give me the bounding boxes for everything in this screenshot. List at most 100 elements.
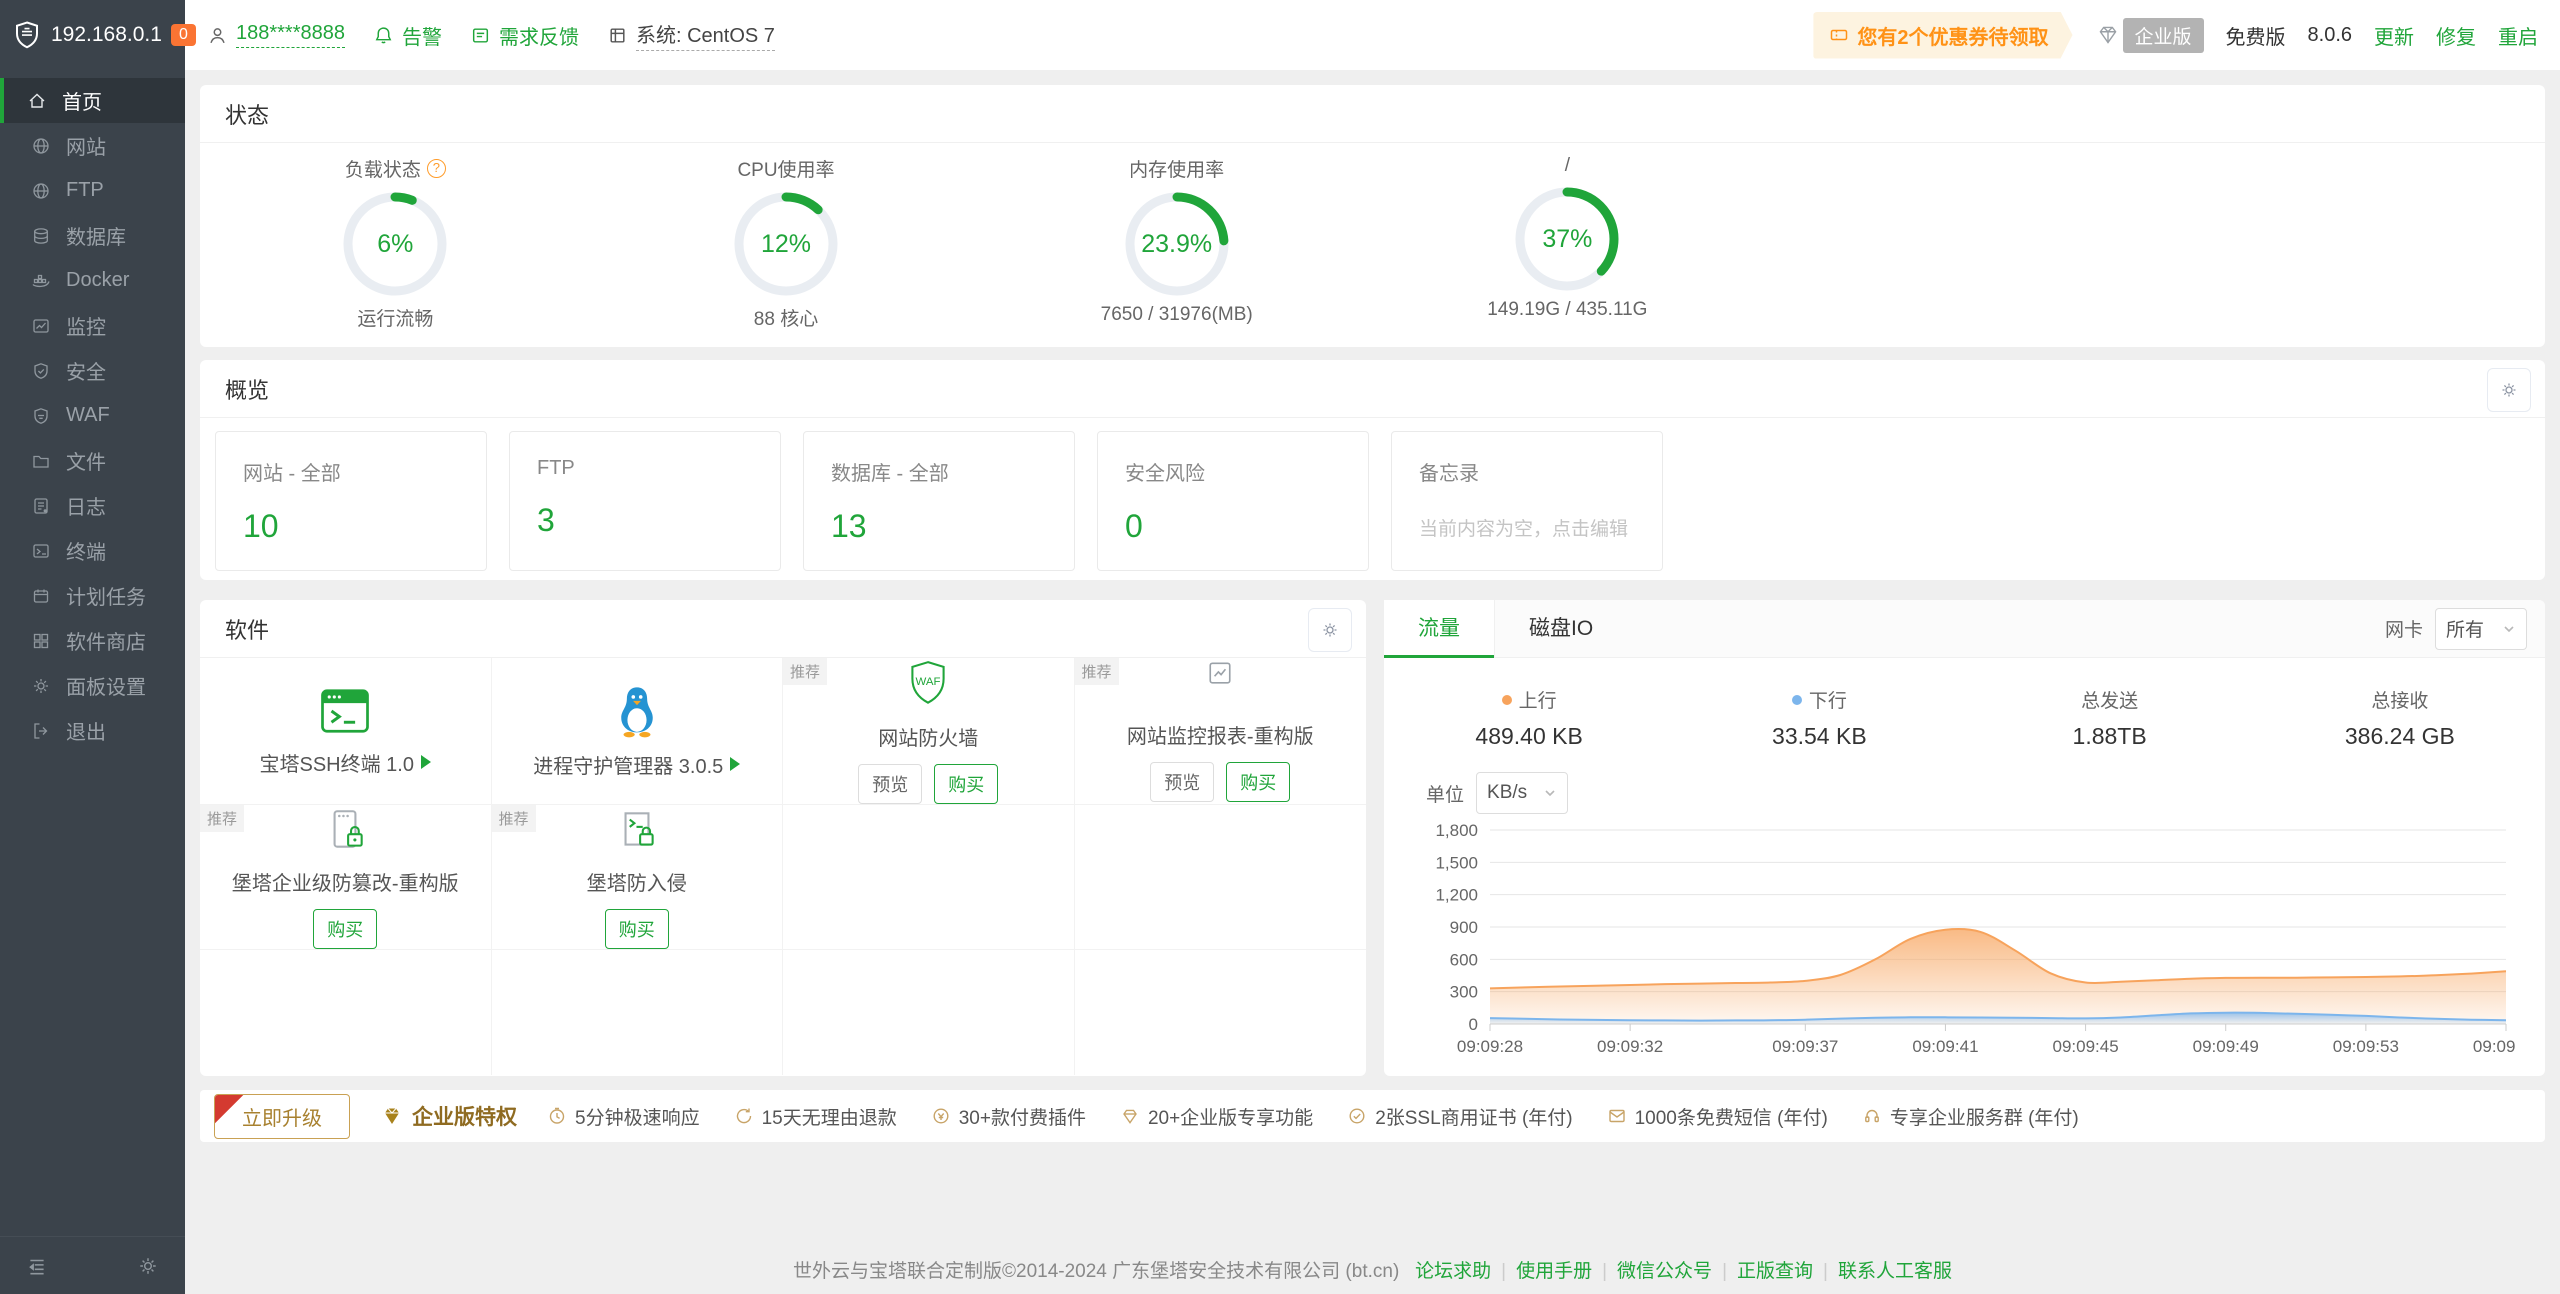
footer-link-manual[interactable]: 使用手册 [1516, 1261, 1592, 1282]
gauge-value: 23.9% [1123, 190, 1231, 298]
sidebar-item-label: 面板设置 [66, 671, 146, 700]
software-item-tamper-proof[interactable]: 推荐 堡塔企业级防篡改-重构版 购买 [200, 805, 492, 950]
coupon-ticket-icon [1829, 25, 1849, 45]
unit-select[interactable]: KB/s [1476, 772, 1568, 814]
repair-link[interactable]: 修复 [2436, 21, 2476, 50]
netcard-select[interactable]: 所有 [2435, 608, 2527, 650]
preview-button[interactable]: 预览 [1150, 762, 1214, 802]
alarm-link[interactable]: 告警 [373, 21, 442, 50]
sidebar-item-label: 数据库 [66, 221, 126, 250]
stat-value: 386.24 GB [2255, 723, 2545, 750]
gauge-sublabel: 149.19G / 435.11G [1372, 299, 1763, 321]
enterprise-badge[interactable]: 企业版 [2095, 18, 2204, 53]
sidebar-item-label: 安全 [66, 356, 106, 385]
overview-settings-button[interactable] [2487, 368, 2531, 412]
sidebar-item-waf[interactable]: WAF [0, 393, 185, 438]
card-databases[interactable]: 数据库 - 全部 13 [803, 431, 1075, 571]
alarm-bell-icon [373, 25, 394, 46]
benefit-sms[interactable]: 1000条免费短信 (年付) [1607, 1103, 1828, 1130]
card-security-risk[interactable]: 安全风险 0 [1097, 431, 1369, 571]
update-link[interactable]: 更新 [2374, 21, 2414, 50]
traffic-area-chart[interactable]: 03006009001,2001,5001,80009:09:2809:09:3… [1414, 816, 2519, 1066]
card-label: 安全风险 [1125, 457, 1341, 486]
waf-shield-icon [31, 406, 51, 426]
feedback-link[interactable]: 需求反馈 [470, 21, 579, 50]
coupon-banner[interactable]: 您有2个优惠券待领取 [1813, 12, 2072, 59]
help-icon[interactable]: ? [427, 159, 446, 178]
sidebar-item-logout[interactable]: 退出 [0, 708, 185, 753]
software-item-process-guard[interactable]: 进程守护管理器 3.0.5 [492, 658, 784, 805]
software-item-intrusion-prevention[interactable]: 推荐 堡塔防入侵 购买 [492, 805, 784, 950]
footer: 世外云与宝塔联合定制版©2014-2024 广东堡塔安全技术有限公司 (bt.c… [185, 1256, 2560, 1283]
benefit-response[interactable]: 5分钟极速响应 [547, 1103, 700, 1130]
report-chart-icon [1207, 660, 1233, 686]
benefit-refund[interactable]: 15天无理由退款 [734, 1103, 897, 1130]
gauge-cpu[interactable]: CPU使用率 12% 88 核心 [591, 155, 982, 331]
buy-button[interactable]: 购买 [313, 909, 377, 949]
server-lock-icon [320, 805, 370, 855]
benefit-ssl[interactable]: 2张SSL商用证书 (年付) [1347, 1103, 1572, 1130]
footer-link-forum[interactable]: 论坛求助 [1415, 1261, 1491, 1282]
footer-link-genuine[interactable]: 正版查询 [1737, 1261, 1813, 1282]
collapse-menu-icon[interactable] [26, 1255, 48, 1277]
card-ftp[interactable]: FTP 3 [509, 431, 781, 571]
software-item-ssh-terminal[interactable]: 宝塔SSH终端 1.0 [200, 658, 492, 805]
penguin-icon [612, 684, 662, 738]
upgrade-now-button[interactable]: 立即升级 [214, 1094, 350, 1139]
software-empty-cell [200, 950, 492, 1075]
sidebar-item-logs[interactable]: 日志 [0, 483, 185, 528]
user-account[interactable]: 188****8888 [207, 22, 345, 48]
software-item-waf[interactable]: 推荐 WAF 网站防火墙 预览 购买 [783, 658, 1075, 805]
software-empty-cell [783, 950, 1075, 1075]
upgrade-benefits: 5分钟极速响应 15天无理由退款 30+款付费插件 20+企业版专享功能 2张S… [547, 1103, 2079, 1130]
svg-text:0: 0 [1469, 1015, 1478, 1034]
feedback-label: 需求反馈 [499, 21, 579, 50]
topbar-right: 您有2个优惠券待领取 企业版 免费版 8.0.6 更新 修复 重启 [1813, 12, 2538, 59]
card-label: 网站 - 全部 [243, 457, 459, 486]
gauge-load[interactable]: 负载状态? 6% 运行流畅 [200, 155, 591, 331]
unit-value: KB/s [1487, 782, 1527, 804]
benefit-features[interactable]: 20+企业版专享功能 [1120, 1103, 1313, 1130]
tab-disk-io[interactable]: 磁盘IO [1495, 600, 1627, 658]
sidebar-item-docker[interactable]: Docker [0, 258, 185, 303]
message-count-badge[interactable]: 0 [171, 24, 196, 46]
status-panel: 状态 负载状态? 6% 运行流畅 CPU使用率 12% 88 核心 内存使用率 … [200, 85, 2545, 347]
sidebar-item-home[interactable]: 首页 [0, 78, 185, 123]
software-settings-button[interactable] [1308, 608, 1352, 652]
preview-button[interactable]: 预览 [858, 764, 922, 804]
sidebar-item-appstore[interactable]: 软件商店 [0, 618, 185, 663]
restart-link[interactable]: 重启 [2498, 21, 2538, 50]
sidebar-item-ftp[interactable]: FTP [0, 168, 185, 213]
sidebar-item-settings[interactable]: 面板设置 [0, 663, 185, 708]
benefit-service-group[interactable]: 专享企业服务群 (年付) [1862, 1103, 2079, 1130]
card-value: 3 [537, 502, 753, 539]
gauge-sublabel: 88 核心 [591, 304, 982, 331]
footer-link-wechat[interactable]: 微信公众号 [1617, 1261, 1712, 1282]
status-panel-title: 状态 [200, 85, 2545, 143]
benefit-plugins[interactable]: 30+款付费插件 [931, 1103, 1086, 1130]
sidebar-item-security[interactable]: 安全 [0, 348, 185, 393]
gauge-memory[interactable]: 内存使用率 23.9% 7650 / 31976(MB) [981, 155, 1372, 331]
card-value: 13 [831, 508, 1047, 545]
theme-gear-icon[interactable] [137, 1255, 159, 1277]
sidebar-item-files[interactable]: 文件 [0, 438, 185, 483]
sidebar-item-label: Docker [66, 269, 129, 292]
card-websites[interactable]: 网站 - 全部 10 [215, 431, 487, 571]
buy-button[interactable]: 购买 [1226, 762, 1290, 802]
tab-traffic[interactable]: 流量 [1384, 600, 1495, 658]
buy-button[interactable]: 购买 [605, 909, 669, 949]
sidebar-item-website[interactable]: 网站 [0, 123, 185, 168]
sidebar-item-terminal[interactable]: 终端 [0, 528, 185, 573]
monitor-chart-icon [31, 316, 51, 336]
sidebar-item-cron[interactable]: 计划任务 [0, 573, 185, 618]
bt-terminal-icon [318, 686, 372, 736]
system-info[interactable]: 系统: CentOS 7 [607, 19, 775, 51]
sidebar-item-database[interactable]: 数据库 [0, 213, 185, 258]
card-memo[interactable]: 备忘录 当前内容为空，点击编辑 [1391, 431, 1663, 571]
sidebar-item-monitor[interactable]: 监控 [0, 303, 185, 348]
software-name: 堡塔企业级防篡改-重构版 [232, 867, 459, 896]
buy-button[interactable]: 购买 [934, 764, 998, 804]
software-item-monitor-report[interactable]: 推荐 网站监控报表-重构版 预览 购买 [1075, 658, 1367, 805]
gauge-disk-root[interactable]: / 37% 149.19G / 435.11G [1372, 155, 1763, 331]
footer-link-support[interactable]: 联系人工客服 [1838, 1261, 1952, 1282]
